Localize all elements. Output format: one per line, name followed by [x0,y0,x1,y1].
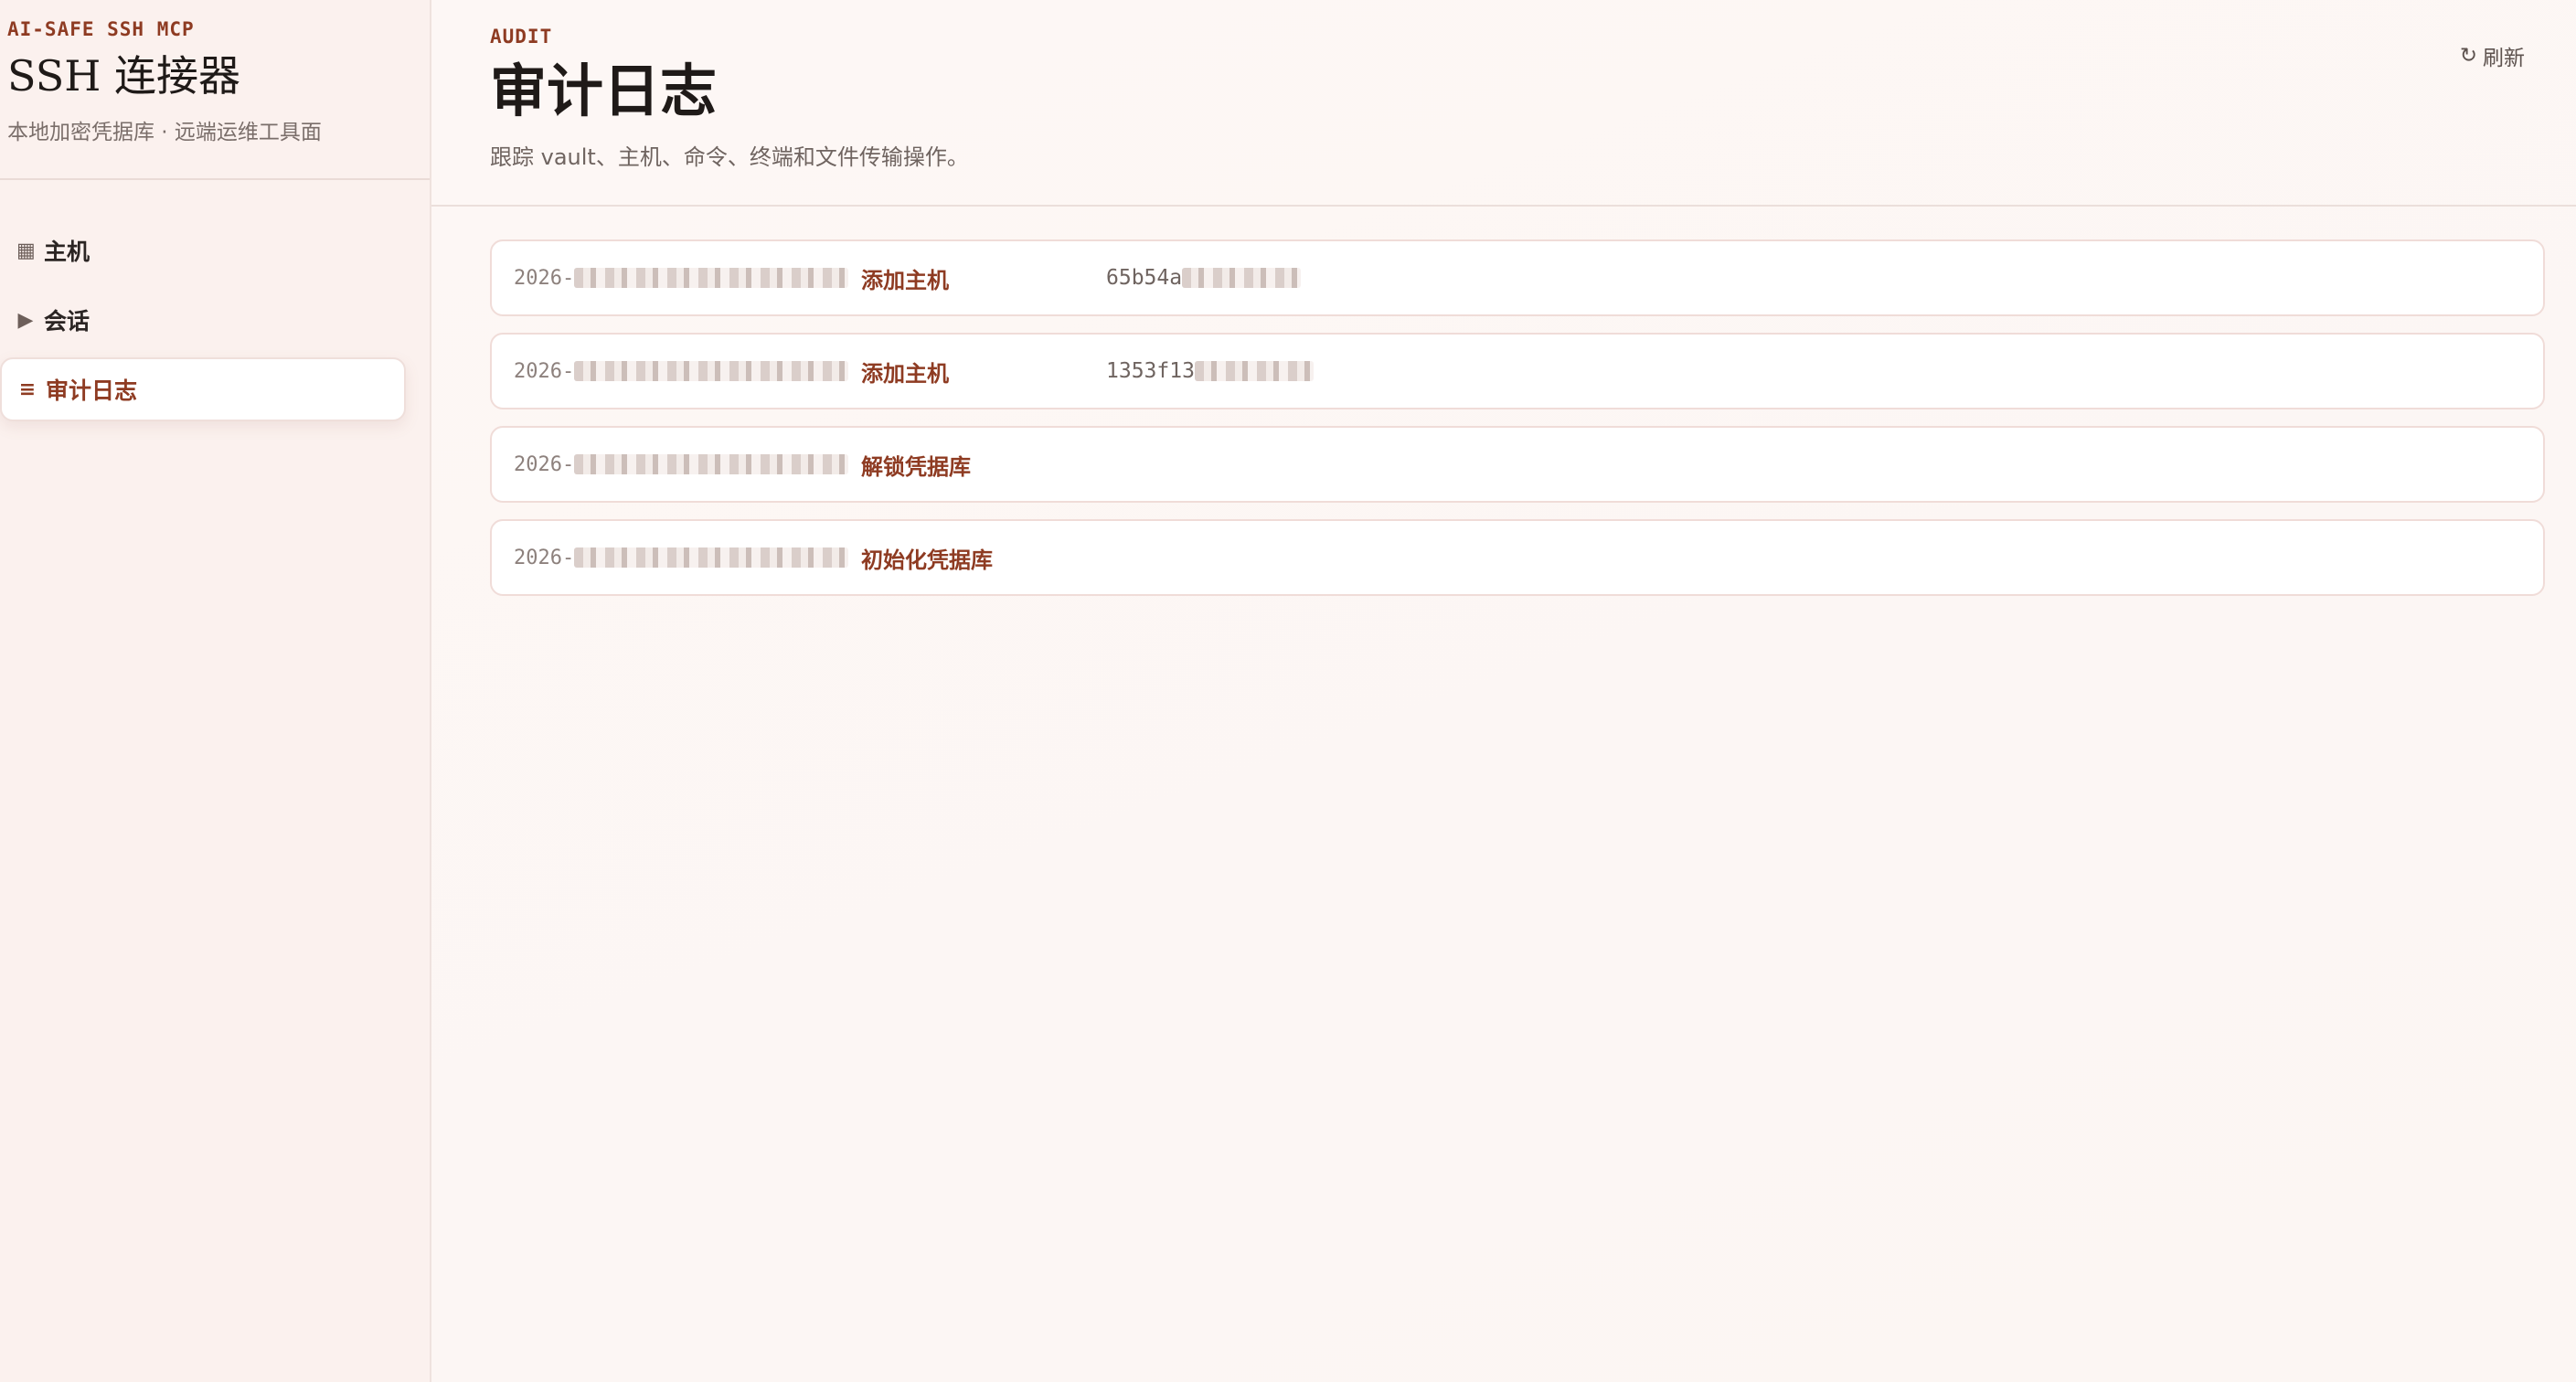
page-header: AUDIT 审计日志 跟踪 vault、主机、命令、终端和文件传输操作。 ↻ 刷… [431,0,2576,207]
list-icon: ≡ [18,377,37,401]
audit-target-text: 65b54a [1106,266,1183,290]
audit-row[interactable]: 2026- 初始化凭据库 [490,519,2545,596]
brand-kicker: AI-SAFE SSH MCP [7,18,195,40]
audit-action: 添加主机 [861,267,949,293]
redacted-timestamp [574,361,849,381]
audit-time-text: 2026- [514,452,575,476]
redacted-timestamp [574,268,849,288]
audit-target: 65b54a [1106,266,1302,290]
audit-time-text: 2026- [514,546,575,569]
audit-action: 添加主机 [861,360,949,387]
page-subtitle: 跟踪 vault、主机、命令、终端和文件传输操作。 [490,144,969,171]
sidebar-item-sessions[interactable]: ▶ 会话 [0,288,406,352]
brand-title: SSH 连接器 [7,51,240,101]
audit-row[interactable]: 2026- 添加主机 1353f13 [490,333,2545,409]
audit-action: 初始化凭据库 [861,547,993,573]
audit-row[interactable]: 2026- 解锁凭据库 [490,426,2545,503]
audit-time: 2026- [492,360,861,383]
audit-target: 1353f13 [1106,359,1314,383]
sidebar: AI-SAFE SSH MCP SSH 连接器 本地加密凭据库 · 远端运维工具… [0,0,431,1382]
redacted-timestamp [574,454,849,474]
audit-list: 2026- 添加主机 65b54a 2026- 添加主机 1353f13 202… [431,207,2576,596]
audit-time-text: 2026- [514,266,575,290]
audit-row[interactable]: 2026- 添加主机 65b54a [490,239,2545,316]
refresh-button[interactable]: ↻ 刷新 [2460,40,2525,71]
audit-action: 解锁凭据库 [861,453,971,480]
sidebar-item-label: 会话 [44,308,90,335]
page-title: 审计日志 [490,58,718,124]
sidebar-item-label: 主机 [44,239,90,265]
sidebar-item-label: 审计日志 [46,377,138,404]
refresh-label: 刷新 [2483,47,2525,70]
app-window: AI-SAFE SSH MCP SSH 连接器 本地加密凭据库 · 远端运维工具… [0,0,2576,1382]
play-icon: ▶ [17,308,34,332]
redacted-target [1182,268,1302,288]
audit-time-text: 2026- [514,359,575,383]
main-content: AUDIT 审计日志 跟踪 vault、主机、命令、终端和文件传输操作。 ↻ 刷… [431,0,2576,1382]
sidebar-nav: ▦ 主机 ▶ 会话 ≡ 审计日志 [0,180,430,421]
sidebar-item-audit-log[interactable]: ≡ 审计日志 [0,357,406,421]
sidebar-item-hosts[interactable]: ▦ 主机 [0,218,406,282]
audit-time: 2026- [492,453,861,476]
redacted-target [1194,361,1314,381]
audit-target-text: 1353f13 [1106,359,1195,383]
grid-icon: ▦ [16,239,36,262]
brand: AI-SAFE SSH MCP SSH 连接器 本地加密凭据库 · 远端运维工具… [0,0,430,180]
refresh-icon: ↻ [2459,44,2477,68]
audit-time: 2026- [492,547,861,569]
brand-subtitle: 本地加密凭据库 · 远端运维工具面 [7,120,322,144]
redacted-timestamp [574,547,849,568]
page-kicker: AUDIT [490,26,553,48]
audit-time: 2026- [492,267,861,290]
